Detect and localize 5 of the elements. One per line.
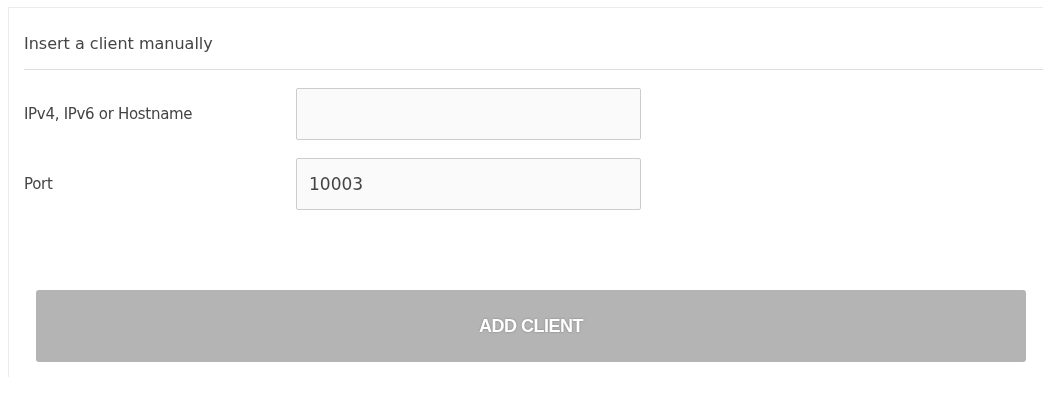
field-label: IPv4, IPv6 or Hostname xyxy=(24,105,194,123)
field-label: Port xyxy=(24,175,54,193)
panel-title: Insert a client manually xyxy=(24,33,214,55)
input-field[interactable] xyxy=(296,88,641,140)
input-field[interactable]: 10003 xyxy=(296,158,641,210)
